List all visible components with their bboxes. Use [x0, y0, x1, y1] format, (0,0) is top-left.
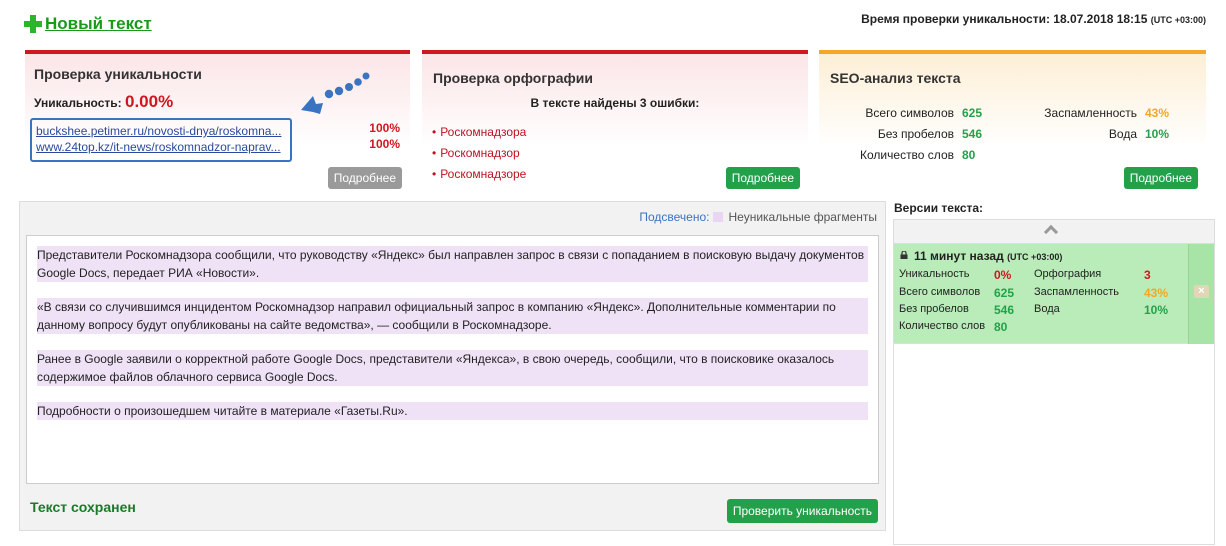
uniqueness-title: Проверка уникальности	[34, 66, 202, 82]
spelling-title: Проверка орфографии	[433, 70, 593, 86]
text-paragraph: Представители Роскомнадзора сообщили, чт…	[37, 246, 868, 282]
check-time: Время проверки уникальности: 18.07.2018 …	[861, 12, 1206, 26]
versions-title: Версии текста:	[894, 201, 984, 215]
source-percent: 100%	[369, 121, 400, 135]
highlight-swatch	[713, 212, 724, 222]
arrow-icon	[301, 72, 370, 114]
version-stat: Орфография 3	[1034, 268, 1151, 282]
seo-more-button[interactable]: Подробнее	[1123, 167, 1198, 189]
uniqueness-line: Уникальность: 0.00%	[34, 92, 174, 111]
spelling-error-item[interactable]: Роскомнадзоре	[432, 164, 526, 185]
versions-panel: 11 минут назад (UTC +03:00) Уникальность…	[893, 219, 1215, 545]
spelling-error-item[interactable]: Роскомнадзор	[432, 143, 526, 164]
uniqueness-card: Проверка уникальности Уникальность: 0.00…	[25, 50, 410, 189]
highlight-legend: Подсвечено: Неуникальные фрагменты	[639, 210, 877, 224]
spelling-more-button[interactable]: Подробнее	[725, 167, 800, 189]
versions-scroll-up[interactable]	[894, 220, 1214, 244]
uniqueness-value: 0.00%	[125, 92, 174, 111]
version-item[interactable]: 11 минут назад (UTC +03:00) Уникальность…	[894, 244, 1214, 344]
version-time: 11 минут назад (UTC +03:00)	[914, 249, 1063, 263]
seo-row: Заспамленность 43%	[1044, 105, 1170, 120]
source-link[interactable]: www.24top.kz/it-news/roskomnadzor-naprav…	[36, 139, 290, 155]
lock-icon	[900, 251, 908, 259]
close-icon[interactable]: ×	[1194, 285, 1209, 298]
version-side: ×	[1188, 244, 1214, 344]
saved-status: Текст сохранен	[30, 499, 136, 515]
version-stat: Всего символов 625	[899, 286, 1015, 300]
plus-icon	[24, 15, 42, 33]
new-text-link[interactable]: Новый текст	[24, 14, 152, 34]
new-text-label[interactable]: Новый текст	[45, 14, 152, 34]
spelling-error-item[interactable]: Роскомнадзора	[432, 122, 526, 143]
uniqueness-more-button[interactable]: Подробнее	[327, 167, 402, 189]
source-percent: 100%	[369, 137, 400, 151]
check-uniqueness-button[interactable]: Проверить уникальность	[726, 499, 878, 523]
seo-row: Количество слов 80	[860, 147, 976, 162]
source-link[interactable]: buckshee.petimer.ru/novosti-dnya/roskomn…	[36, 123, 290, 139]
seo-right: Заспамленность 43% Вода 10%	[999, 102, 1199, 144]
spelling-card: Проверка орфографии В тексте найдены 3 о…	[422, 50, 808, 189]
seo-title: SEO-анализ текста	[830, 70, 961, 86]
text-editor[interactable]: Представители Роскомнадзора сообщили, чт…	[26, 235, 879, 484]
seo-row: Всего символов 625	[865, 105, 983, 120]
version-stat: Вода 10%	[1034, 303, 1169, 317]
sources-box: buckshee.petimer.ru/novosti-dnya/roskomn…	[30, 118, 292, 162]
spelling-errors: Роскомнадзора Роскомнадзор Роскомнадзоре	[432, 122, 526, 185]
seo-row: Без пробелов 546	[877, 126, 983, 141]
chevron-up-icon	[1043, 224, 1059, 240]
version-stat: Заспамленность 43%	[1034, 286, 1169, 300]
text-paragraph: Подробности о произошедшем читайте в мат…	[37, 402, 868, 420]
text-paragraph: Ранее в Google заявили о корректной рабо…	[37, 350, 868, 386]
editor-panel: Подсвечено: Неуникальные фрагменты Предс…	[19, 201, 886, 531]
version-stat: Без пробелов 546	[899, 303, 1015, 317]
seo-card: SEO-анализ текста Всего символов 625 Без …	[819, 50, 1206, 189]
version-stat: Количество слов 80	[899, 320, 1008, 334]
spelling-summary: В тексте найдены 3 ошибки:	[530, 96, 700, 110]
seo-row: Вода 10%	[1108, 126, 1170, 141]
text-paragraph: «В связи со случившимся инцидентом Роско…	[37, 298, 868, 334]
version-stat: Уникальность 0%	[899, 268, 1012, 282]
seo-left: Всего символов 625 Без пробелов 546 Количе…	[829, 102, 989, 165]
